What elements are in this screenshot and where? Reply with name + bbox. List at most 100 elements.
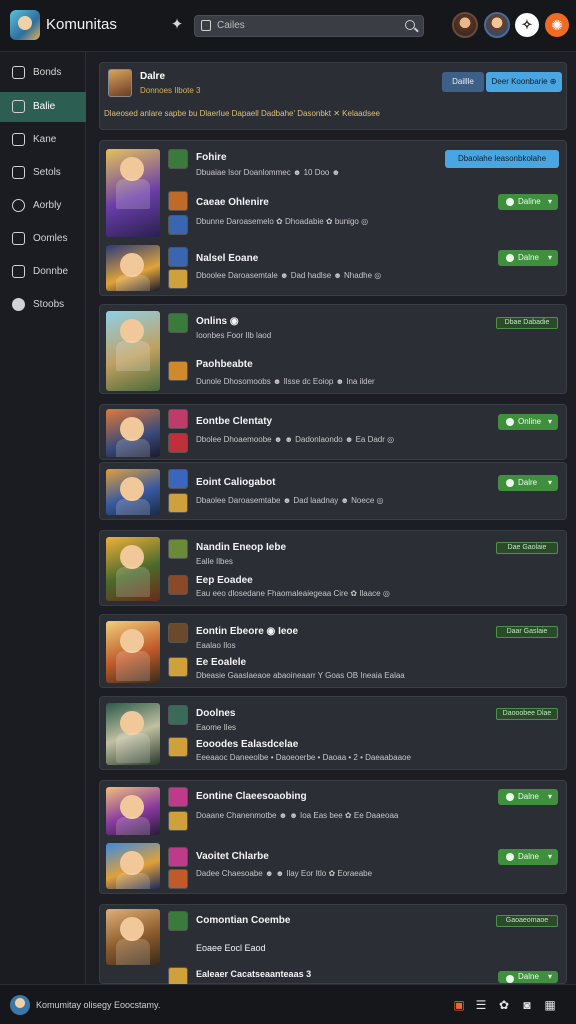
row-title: Paohbeabte — [196, 359, 253, 370]
sidebar-item-label: Balie — [33, 101, 56, 112]
row-title: Ealeaer Cacatseaanteaas 3 — [196, 969, 312, 979]
chat-icon[interactable]: ◙ — [520, 998, 534, 1012]
sidebar-item-kane[interactable]: Kane — [0, 125, 86, 155]
group-card: Doolnes Eaome Iles Daooobee Dlae Eooodes… — [99, 696, 567, 770]
header-info-line: Dlaeosed anlare sapbe bu Dlaerlue Dapael… — [104, 109, 380, 118]
row-title: Eontbe Clentaty — [196, 416, 273, 427]
character-art — [106, 245, 160, 291]
sidebar-item-label: Stoobs — [33, 299, 65, 310]
group-card: Eoint Caliogabot Dbaolee Daroasemtabe ☻ … — [99, 462, 567, 520]
sidebar-item-label: Donnbe — [33, 266, 69, 277]
chart-icon[interactable]: ▦ — [543, 998, 557, 1012]
row-meta: Dbunne Daroasemelo ✿ Dhoadabie ✿ bunigo … — [196, 217, 369, 226]
row-title: Eoint Caliogabot — [196, 477, 276, 488]
game-icon — [168, 847, 188, 867]
status-badge: Daar Gaslaie — [496, 626, 558, 638]
row-meta: Ioonbes Foor Ilb laod — [196, 331, 272, 340]
chart-icon — [12, 100, 25, 113]
game-icon — [168, 705, 188, 725]
character-art — [106, 621, 160, 683]
game-icon — [168, 657, 188, 677]
circle-icon — [12, 298, 25, 311]
character-art — [106, 409, 160, 457]
game-icon — [168, 911, 188, 931]
character-art — [106, 311, 160, 391]
character-art — [106, 703, 160, 765]
game-icon — [168, 575, 188, 595]
row-meta: Dunole Dhosomoobs ☻ Ilsse dc Eoiop ☻ Ina… — [196, 377, 375, 386]
character-art — [106, 787, 160, 835]
sidebar-item-donnbe[interactable]: Donnbe — [0, 257, 86, 287]
game-icon — [168, 361, 188, 381]
status-dropdown[interactable]: Daline — [498, 194, 558, 210]
group-card: Onlins ◉ Ioonbes Foor Ilb laod Dbae Daba… — [99, 304, 567, 394]
status-dropdown[interactable]: Dalne — [498, 789, 558, 805]
game-icon — [168, 539, 188, 559]
row-meta: Eaalao Ilos — [196, 641, 236, 650]
sidebar-item-stoobs[interactable]: Stoobs — [0, 290, 86, 320]
row-title: Doolnes — [196, 708, 236, 719]
row-title: Comontian Coembe — [196, 915, 291, 926]
sidebar-item-oomles[interactable]: Oomles — [0, 224, 86, 254]
sidebar-item-aorbly[interactable]: Aorbly — [0, 191, 86, 221]
gamepad-icon[interactable]: ✿ — [497, 998, 511, 1012]
group-card: Eontbe Clentaty Dbolee Dhoaemoobe ☻ ☻ Da… — [99, 404, 567, 460]
search-filter-icon — [201, 20, 211, 31]
community-logo[interactable] — [10, 995, 30, 1015]
row-meta: Dadee Chaesoabe ☻ ☻ Ilay Eor Itlo ✿ Eora… — [196, 869, 373, 878]
avatar-secondary[interactable] — [484, 12, 510, 38]
sidebar-item-setols[interactable]: Setols — [0, 158, 86, 188]
row-meta: Doaane Chanenmotbe ☻ ☻ Ioa Eas bee ✿ Ee … — [196, 811, 399, 820]
header-secondary-button[interactable]: Daillle — [442, 72, 484, 92]
search-icon[interactable] — [405, 20, 415, 30]
game-icon — [168, 149, 188, 169]
game-icon — [168, 737, 188, 757]
game-icon — [168, 269, 188, 289]
sidebar: Bonds Balie Kane Setols Aorbly Oomles Do… — [0, 52, 86, 984]
square-icon — [12, 133, 25, 146]
game-icon — [168, 313, 188, 333]
game-icon — [168, 869, 188, 889]
menu-icon[interactable]: ☰ — [474, 998, 488, 1012]
status-dropdown[interactable]: Dalne — [498, 971, 558, 983]
header-thumbnail — [108, 69, 132, 97]
group-card: Comontian Coembe Gaoaeomaoe Eoaee Eocl E… — [99, 904, 567, 987]
image-icon — [12, 232, 25, 245]
group-card: Eontin Ebeore ◉ Ieoe Eaalao Ilos Daar Ga… — [99, 614, 567, 688]
top-bar: Komunitas ✦ Cailes ✧ ✺ — [0, 0, 576, 52]
spark-icon[interactable]: ✧ — [515, 13, 539, 37]
settings-icon[interactable]: ✺ — [545, 13, 569, 37]
row-meta: Dbolee Dhoaemoobe ☻ ☻ Dadonlaondo ☻ Ea D… — [196, 435, 395, 444]
status-dropdown[interactable]: Dalre — [498, 475, 558, 491]
sidebar-item-bonds[interactable]: Bonds — [0, 58, 86, 88]
sidebar-item-label: Setols — [33, 167, 61, 178]
row-title: Eoaee Eocl Eaod — [196, 943, 266, 953]
row-title: Onlins ◉ — [196, 316, 239, 327]
row-meta: Eeeaaoc Daneeolbe • Daoeoerbe • Daoaa • … — [196, 753, 411, 762]
status-dropdown[interactable]: Dalne — [498, 849, 558, 865]
game-icon — [168, 215, 188, 235]
game-icon — [168, 493, 188, 513]
row-meta: Dbuaiae Isor Doanlommec ☻ 10 Doo ☻ — [196, 168, 341, 177]
avatar[interactable] — [452, 12, 478, 38]
row-title: Caeae Ohlenire — [196, 197, 269, 208]
row-meta: Ealle Ilbes — [196, 557, 233, 566]
character-art — [106, 469, 160, 515]
sidebar-item-balie[interactable]: Balie — [0, 92, 86, 122]
game-icon — [168, 787, 188, 807]
status-badge: Gaoaeomaoe — [496, 915, 558, 927]
status-dropdown[interactable]: Online — [498, 414, 558, 430]
stack-icon — [12, 265, 25, 278]
game-icon — [168, 811, 188, 831]
puzzle-icon[interactable]: ✦ — [168, 16, 186, 34]
status-badge: Dbae Dabadie — [496, 317, 558, 329]
character-art — [106, 909, 160, 965]
search-input[interactable]: Cailes — [194, 15, 424, 37]
header-card: Dalre Donnoes Ilbote 3 Daillle Deer Koon… — [99, 62, 567, 130]
app-logo[interactable] — [10, 10, 40, 40]
game-icon — [168, 247, 188, 267]
gift-icon[interactable]: ▣ — [452, 998, 466, 1012]
action-button[interactable]: Dbaolahe leasonbkolahe — [445, 150, 559, 168]
header-primary-button[interactable]: Deer Koonbarie ⊕ — [486, 72, 562, 92]
status-dropdown[interactable]: Dalne — [498, 250, 558, 266]
